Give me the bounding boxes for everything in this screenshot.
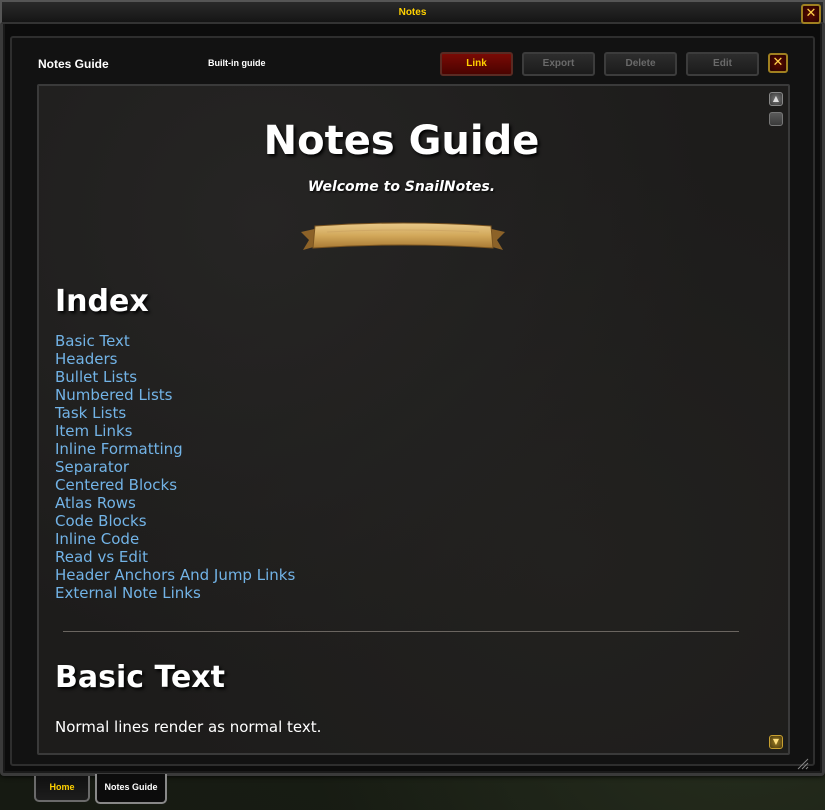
document-title: Notes Guide bbox=[263, 118, 540, 164]
index-link[interactable]: Separator bbox=[55, 458, 295, 476]
scrollbar-thumb[interactable] bbox=[769, 112, 783, 126]
index-link[interactable]: Inline Formatting bbox=[55, 440, 295, 458]
scroll-down-icon[interactable]: ▼ bbox=[769, 735, 783, 749]
index-link[interactable]: Atlas Rows bbox=[55, 494, 295, 512]
note-content: Notes Guide Welcome to SnailNotes. Index… bbox=[37, 84, 790, 755]
index-link[interactable]: Numbered Lists bbox=[55, 386, 295, 404]
separator bbox=[63, 631, 739, 632]
note-subtitle: Built-in guide bbox=[208, 58, 266, 68]
window-close-icon[interactable]: ✕ bbox=[801, 4, 821, 24]
export-button[interactable]: Export bbox=[522, 52, 595, 76]
index-link[interactable]: Centered Blocks bbox=[55, 476, 295, 494]
link-button[interactable]: Link bbox=[440, 52, 513, 76]
index-link[interactable]: Inline Code bbox=[55, 530, 295, 548]
parchment-banner-icon bbox=[301, 222, 505, 250]
index-link[interactable]: Code Blocks bbox=[55, 512, 295, 530]
window-title: Notes bbox=[398, 7, 427, 18]
close-note-icon[interactable]: ✕ bbox=[768, 53, 788, 73]
index-list: Basic Text Headers Bullet Lists Numbered… bbox=[55, 332, 295, 602]
index-link[interactable]: Task Lists bbox=[55, 404, 295, 422]
edit-button[interactable]: Edit bbox=[686, 52, 759, 76]
tab-home[interactable]: Home bbox=[34, 776, 90, 802]
resize-grip-icon[interactable] bbox=[797, 758, 809, 770]
window-titlebar[interactable]: Notes ✕ bbox=[0, 0, 825, 24]
index-link[interactable]: Header Anchors And Jump Links bbox=[55, 566, 295, 584]
index-link[interactable]: External Note Links bbox=[55, 584, 295, 602]
index-heading: Index bbox=[55, 284, 149, 319]
index-link[interactable]: Bullet Lists bbox=[55, 368, 295, 386]
index-link[interactable]: Read vs Edit bbox=[55, 548, 295, 566]
document-subtitle: Welcome to SnailNotes. bbox=[307, 179, 496, 195]
index-link[interactable]: Headers bbox=[55, 350, 295, 368]
section-body: Normal lines render as normal text. bbox=[55, 718, 322, 736]
note-title: Notes Guide bbox=[38, 57, 109, 71]
section-heading: Basic Text bbox=[55, 660, 225, 695]
delete-button[interactable]: Delete bbox=[604, 52, 677, 76]
index-link[interactable]: Item Links bbox=[55, 422, 295, 440]
tab-notes-guide[interactable]: Notes Guide bbox=[95, 774, 167, 804]
scroll-up-icon[interactable]: ▲ bbox=[769, 92, 783, 106]
index-link[interactable]: Basic Text bbox=[55, 332, 295, 350]
